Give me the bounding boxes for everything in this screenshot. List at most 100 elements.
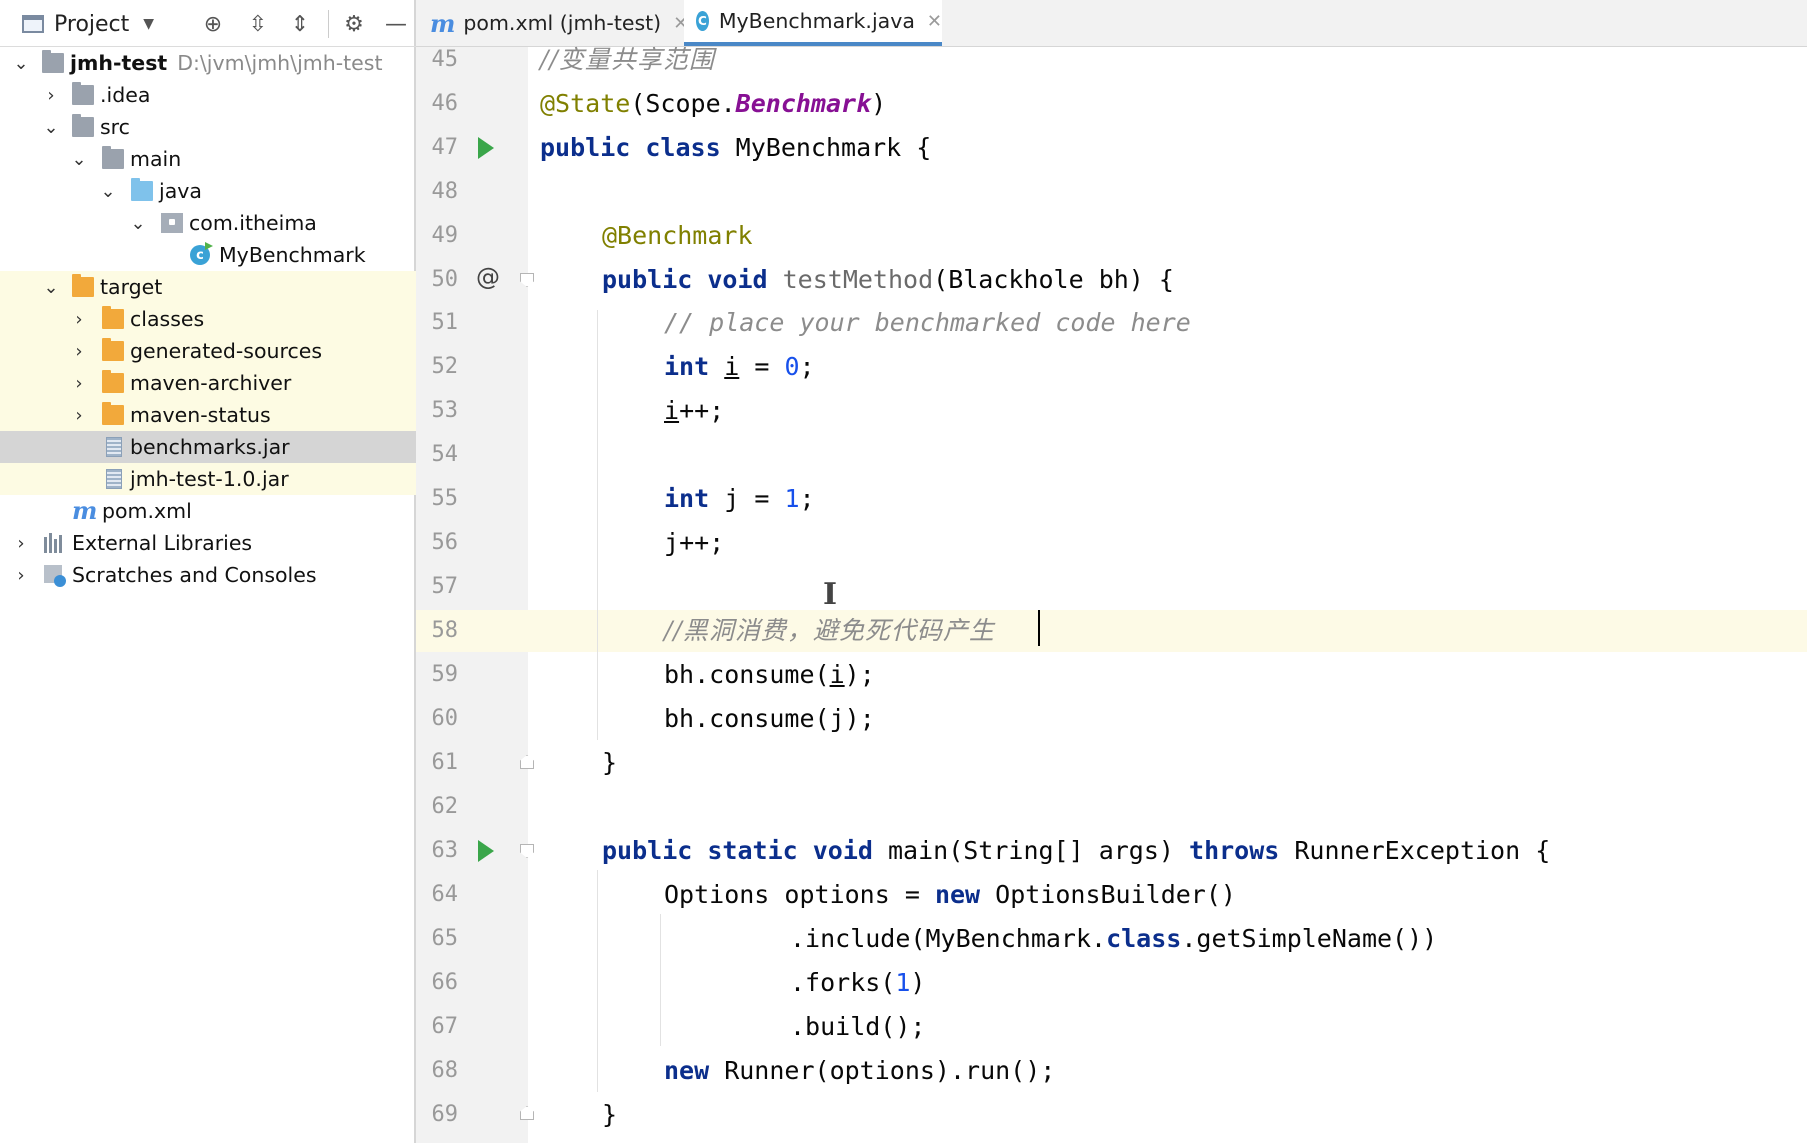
keyword: int [664, 352, 725, 381]
tree-item-java[interactable]: ⌄ java [0, 175, 416, 207]
run-class-icon[interactable] [478, 137, 494, 159]
tree-item-path: D:\jvm\jmh\jmh-test [177, 51, 383, 75]
code-line-46: @State(Scope.Benchmark) [540, 82, 886, 126]
variable: i [664, 396, 680, 425]
comment: //变量共享范围 [540, 45, 715, 74]
expand-all-icon[interactable]: ⇳ [244, 10, 272, 38]
indent-guide [597, 310, 598, 740]
chevron-down-icon[interactable]: ⌄ [70, 143, 88, 175]
chevron-down-icon[interactable]: ⌄ [42, 271, 60, 303]
collapse-all-icon[interactable]: ⇕ [286, 10, 314, 38]
line-number: 54 [431, 442, 459, 467]
folder-icon [102, 370, 124, 393]
code-token: ); [844, 660, 875, 689]
code-token: bh.consume( [664, 704, 830, 733]
enum-constant: Benchmark [735, 89, 872, 118]
code-line-58: //黑洞消费，避免死代码产生 [664, 609, 995, 653]
tree-item-maven-status[interactable]: › maven-status [0, 399, 416, 431]
tree-item-com-itheima[interactable]: ⌄ com.itheima [0, 207, 416, 239]
chevron-down-icon[interactable]: ⌄ [129, 207, 147, 239]
scratches-icon [44, 565, 66, 587]
tree-item-label: main [130, 147, 182, 171]
tree-item-classes[interactable]: › classes [0, 303, 416, 335]
chevron-right-icon[interactable]: › [70, 335, 88, 367]
hide-panel-icon[interactable]: — [382, 10, 410, 38]
tree-item-label: generated-sources [130, 339, 323, 363]
tree-item-external-libraries[interactable]: › External Libraries [0, 527, 416, 559]
tab-label: pom.xml (jmh-test) [463, 11, 662, 35]
line-number: 52 [431, 354, 459, 379]
locate-file-icon[interactable]: ⊕ [199, 10, 227, 38]
tab-label: MyBenchmark.java [718, 9, 915, 33]
tree-item-generated-sources[interactable]: › generated-sources [0, 335, 416, 367]
variable: j [724, 484, 740, 513]
gear-icon[interactable]: ⚙ [340, 10, 368, 38]
code-token: ++; [679, 528, 725, 557]
code-editor[interactable] [528, 47, 1807, 1143]
code-token: ; [799, 484, 815, 513]
line-number: 55 [431, 486, 459, 511]
code-line-61: } [602, 741, 617, 785]
folder-icon [72, 114, 94, 137]
code-line-45: //变量共享范围 [540, 38, 715, 82]
line-number: 60 [431, 706, 459, 731]
run-main-icon[interactable] [478, 840, 494, 862]
project-view-selector[interactable]: Project ▼ [22, 9, 154, 39]
code-line-67: .build(); [790, 1005, 925, 1049]
code-line-59: bh.consume(i); [664, 653, 875, 697]
code-line-68: new Runner(options).run(); [664, 1049, 1055, 1093]
code-line-50: public void testMethod(Blackhole bh) { [602, 258, 1174, 302]
tree-item-target[interactable]: ⌄ target [0, 271, 416, 303]
chevron-down-icon[interactable]: ⌄ [42, 111, 60, 143]
tree-item-jmh-test[interactable]: ⌄ jmh-test D:\jvm\jmh\jmh-test [0, 47, 416, 79]
code-line-66: .forks(1) [790, 961, 925, 1005]
tab-mybenchmark-java[interactable]: C MyBenchmark.java ✕ [684, 0, 942, 46]
project-window-icon [22, 15, 44, 33]
tree-item-scratches[interactable]: › Scratches and Consoles [0, 559, 416, 591]
tree-item-label: External Libraries [72, 531, 253, 555]
line-number: 65 [431, 926, 459, 951]
chevron-down-icon[interactable]: ⌄ [99, 175, 117, 207]
code-token: ) [910, 968, 926, 997]
chevron-right-icon[interactable]: › [70, 303, 88, 335]
toolbar-separator [328, 10, 329, 38]
tree-item-label: classes [130, 307, 205, 331]
line-number: 61 [431, 750, 459, 775]
tree-item-pom-xml[interactable]: m pom.xml [0, 495, 416, 527]
keyword: new [664, 1056, 710, 1085]
chevron-down-icon: ▼ [143, 16, 155, 32]
chevron-right-icon[interactable]: › [12, 527, 30, 559]
tree-item-idea[interactable]: › .idea [0, 79, 416, 111]
method-name: testMethod [782, 265, 934, 294]
annotation-marker-icon[interactable]: @ [476, 263, 500, 291]
jar-file-icon [106, 469, 122, 489]
close-icon[interactable]: ✕ [927, 11, 942, 32]
number-literal: 1 [895, 968, 911, 997]
code-token: .include(MyBenchmark. [790, 924, 1107, 953]
code-token: bh.consume( [664, 660, 830, 689]
tree-item-main[interactable]: ⌄ main [0, 143, 416, 175]
code-line-63: public static void main(String[] args) t… [602, 829, 1550, 873]
annotation: @State [540, 89, 631, 118]
chevron-right-icon[interactable]: › [70, 367, 88, 399]
chevron-right-icon[interactable]: › [42, 79, 60, 111]
tree-item-benchmarks-jar[interactable]: benchmarks.jar [0, 431, 416, 463]
variable: i [829, 660, 845, 689]
code-line-64: Options options = new OptionsBuilder() [664, 873, 1236, 917]
code-line-51: // place your benchmarked code here [664, 301, 1191, 345]
tree-item-label: com.itheima [189, 211, 317, 235]
tree-item-jmh-test-jar[interactable]: jmh-test-1.0.jar [0, 463, 416, 495]
chevron-right-icon[interactable]: › [12, 559, 30, 591]
chevron-right-icon[interactable]: › [70, 399, 88, 431]
tree-item-mybenchmark[interactable]: c MyBenchmark [0, 239, 416, 271]
code-token: } [602, 1100, 618, 1129]
class-name: MyBenchmark [735, 133, 902, 162]
code-token: main(String[] args) [887, 836, 1190, 865]
tree-item-label: .idea [100, 83, 151, 107]
tree-item-maven-archiver[interactable]: › maven-archiver [0, 367, 416, 399]
code-line-49: @Benchmark [602, 214, 753, 258]
code-token: Runner(options).run(); [709, 1056, 1056, 1085]
line-number: 56 [431, 530, 459, 555]
chevron-down-icon[interactable]: ⌄ [12, 47, 30, 79]
tree-item-src[interactable]: ⌄ src [0, 111, 416, 143]
